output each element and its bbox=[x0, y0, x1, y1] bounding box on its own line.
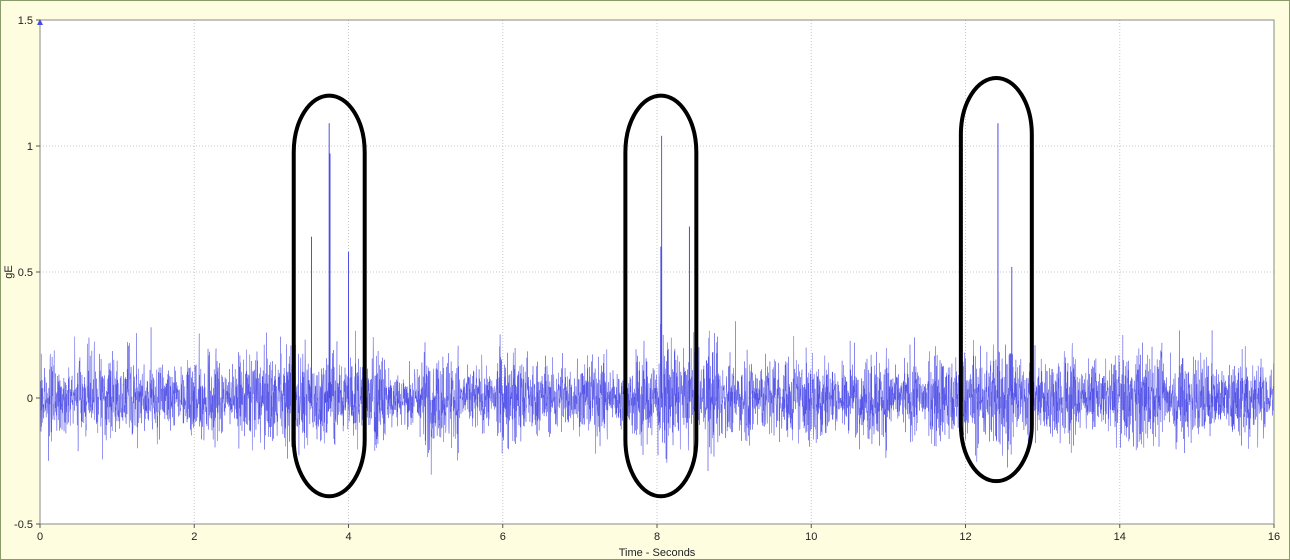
x-tick-label-5: 10 bbox=[805, 531, 817, 543]
chart-svg: 0 2 4 6 8 10 12 14 16 -0.5 0 0.5 1 1.5 Time - Seconds… bbox=[3, 15, 1280, 559]
y-axis-title: gE bbox=[3, 265, 15, 278]
x-tick-label-4: 8 bbox=[654, 531, 660, 543]
x-tick-label-3: 6 bbox=[500, 531, 506, 543]
x-tick-label-6: 12 bbox=[959, 531, 971, 543]
y-tick-label-0: -0.5 bbox=[14, 519, 33, 531]
x-tick-label-2: 4 bbox=[345, 531, 351, 543]
x-tick-label-8: 16 bbox=[1268, 531, 1280, 543]
x-axis-title: Time - Seconds bbox=[619, 547, 696, 559]
y-tick-label-3: 1 bbox=[27, 141, 33, 153]
x-tick-label-1: 2 bbox=[191, 531, 197, 543]
x-tick-label-0: 0 bbox=[37, 531, 43, 543]
y-tick-label-2: 0.5 bbox=[18, 267, 33, 279]
y-tick-label-4: 1.5 bbox=[18, 15, 33, 27]
x-tick-label-7: 14 bbox=[1114, 531, 1126, 543]
y-tick-label-1: 0 bbox=[27, 393, 33, 405]
